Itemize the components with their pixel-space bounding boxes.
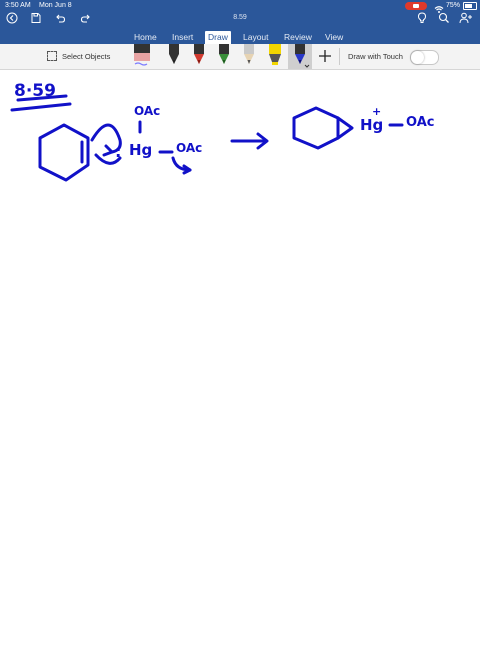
curved-arrow-1-head-ink [102,144,114,157]
search-icon[interactable] [437,11,451,25]
green-pen-tool[interactable] [216,44,232,73]
title-bar: 3:50 AM Mon Jun 8 75% 8.59 Home Insert D… [0,0,480,46]
tab-home[interactable]: Home [131,31,160,44]
battery-icon [463,2,477,10]
toggle-knob [411,51,424,64]
reagent-right-oac-ink: OAc [176,141,202,155]
tab-view[interactable]: View [322,31,346,44]
reagent-top-oac-ink: OAc [134,104,160,118]
status-date: Mon Jun 8 [39,2,72,9]
ribbon-tabs: Home Insert Draw Layout Review View [0,31,480,44]
underline-ink-2 [10,102,72,112]
red-pen-tool[interactable] [191,44,207,73]
eraser-tool[interactable] [132,44,152,73]
select-objects-button[interactable]: Select Objects [47,51,110,61]
product-charge-ink: + [372,105,381,118]
product-oac-ink: OAc [406,115,434,130]
draw-with-touch-label: Draw with Touch [348,52,403,61]
blue-pen-tool[interactable] [288,44,312,69]
tab-insert[interactable]: Insert [169,31,196,44]
black-pen-tool[interactable] [166,44,182,73]
product-hg-ink: Hg [360,116,383,134]
select-objects-icon [47,51,57,61]
tab-layout[interactable]: Layout [240,31,272,44]
highlighter-tool[interactable] [266,44,284,73]
product-ring-ink [292,106,340,150]
draw-ribbon: Select Objects Draw with Touch [0,44,480,70]
recording-indicator-icon [405,2,427,10]
ribbon-divider [339,48,340,65]
document-canvas[interactable]: 8·59 : OAc Hg OAc Hg + OAc [0,70,480,640]
status-time: 3:50 AM [5,2,31,9]
pencil-tool[interactable] [241,44,257,73]
mercurinium-bridge-ink [336,116,354,140]
share-icon[interactable] [459,11,473,25]
lone-pair-ink: : [115,142,121,161]
add-pen-icon[interactable] [318,49,332,68]
select-objects-label: Select Objects [62,51,111,61]
draw-with-touch-toggle[interactable] [410,50,439,65]
document-title: 8.59 [233,14,247,21]
tab-draw[interactable]: Draw [205,31,231,44]
reagent-hg-ink: Hg [129,141,152,159]
battery-percent: 75% [446,2,461,9]
tab-review[interactable]: Review [281,31,315,44]
lightbulb-icon[interactable] [415,11,429,25]
